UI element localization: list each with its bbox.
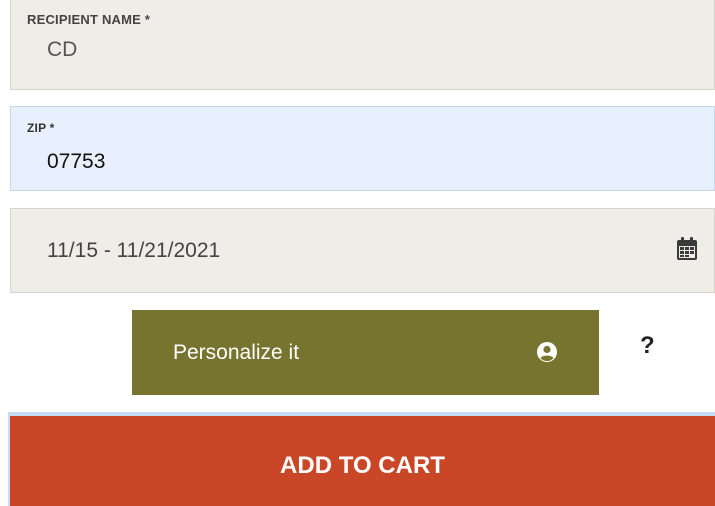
recipient-name-field[interactable]: RECIPIENT NAME * CD <box>10 0 715 90</box>
zip-field[interactable]: ZIP * 07753 <box>10 106 715 191</box>
user-circle-icon <box>537 342 557 362</box>
add-to-cart-label: ADD TO CART <box>280 452 445 479</box>
recipient-name-value[interactable]: CD <box>47 38 77 62</box>
zip-value[interactable]: 07753 <box>47 150 105 174</box>
delivery-date-value[interactable]: 11/15 - 11/21/2021 <box>47 239 220 263</box>
personalize-label: Personalize it <box>173 341 300 364</box>
help-button[interactable]: ? <box>640 332 655 360</box>
recipient-name-label: RECIPIENT NAME * <box>27 12 151 27</box>
calendar-icon[interactable] <box>676 237 698 261</box>
personalize-button[interactable]: Personalize it <box>132 310 599 395</box>
zip-label: ZIP * <box>27 121 55 135</box>
add-to-cart-button[interactable]: ADD TO CART <box>8 412 715 506</box>
delivery-date-field[interactable]: 11/15 - 11/21/2021 <box>10 208 715 293</box>
